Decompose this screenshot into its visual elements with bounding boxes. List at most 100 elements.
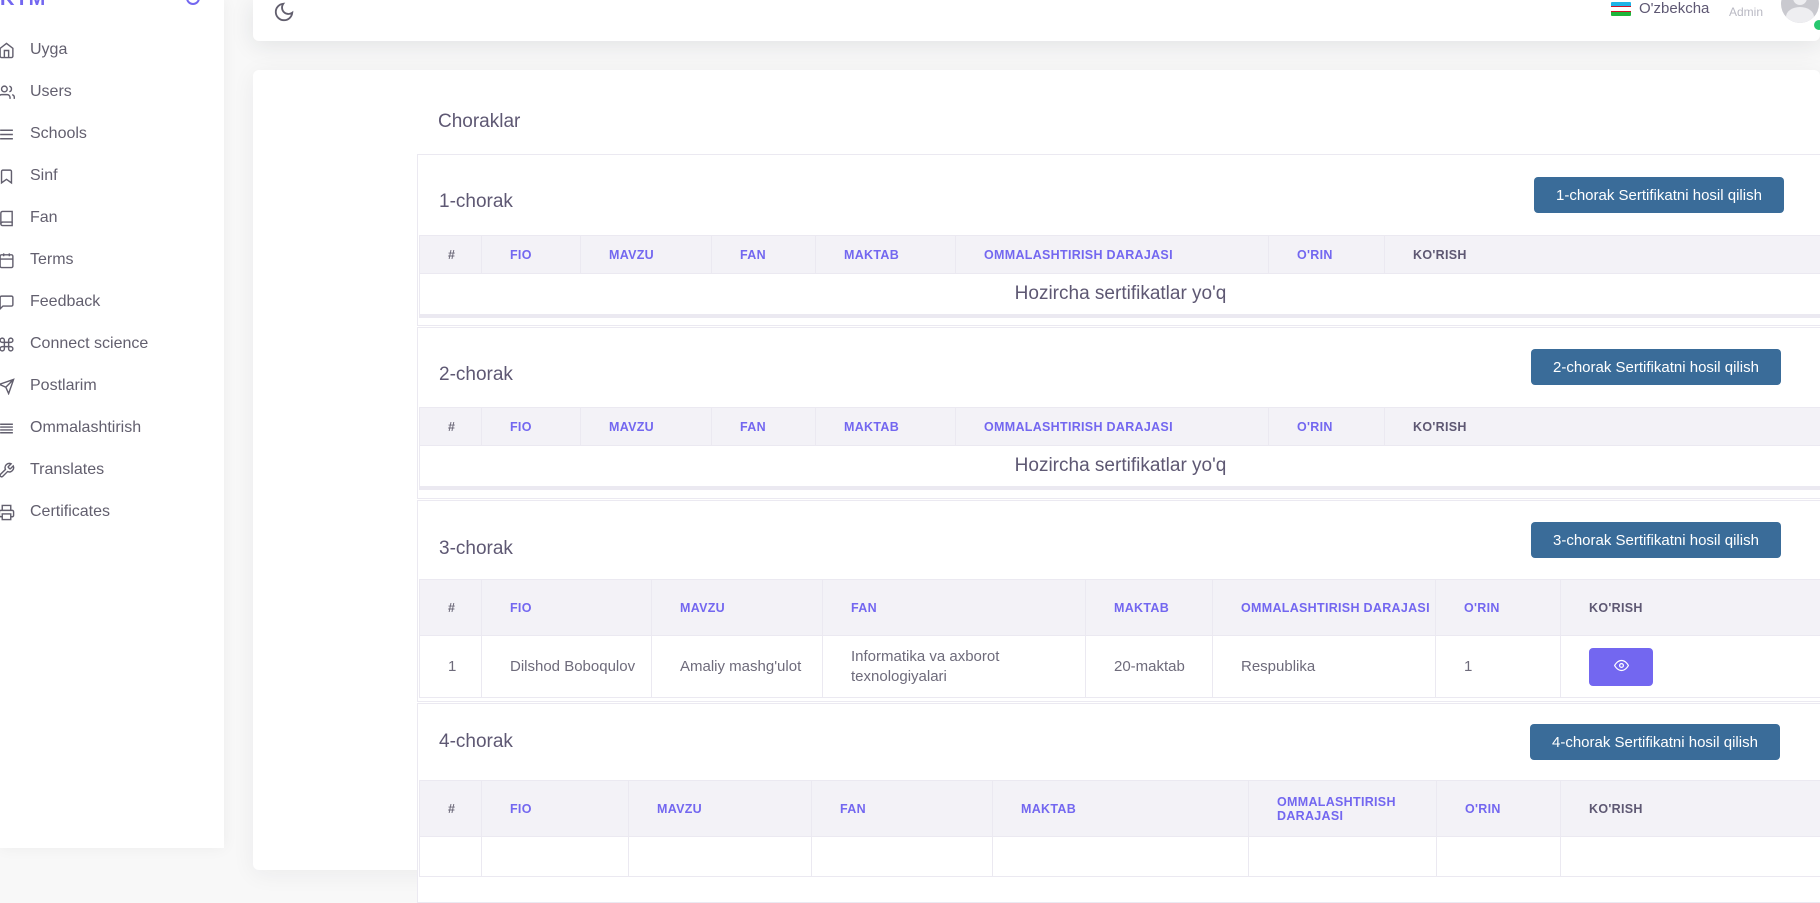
column-header[interactable]: MAKTAB xyxy=(816,408,956,446)
column-header[interactable]: MAKTAB xyxy=(993,781,1249,837)
send-icon xyxy=(0,378,30,395)
column-header[interactable]: OMMALASHTIRISH DARAJASI xyxy=(956,408,1269,446)
sidebar-item-label: Uyga xyxy=(30,41,67,59)
language-dropdown[interactable]: O'zbekcha xyxy=(1611,0,1709,17)
column-header[interactable]: O'RIN xyxy=(1437,781,1561,837)
moon-icon[interactable] xyxy=(273,1,295,23)
quarter-card-3: 3-chorak 3-chorak Sertifikatni hosil qil… xyxy=(417,500,1820,702)
column-header[interactable]: OMMALASHTIRISH DARAJASI xyxy=(1213,580,1436,636)
column-header[interactable]: KO'RISH xyxy=(1561,781,1820,837)
generate-certificate-button[interactable]: 4-chorak Sertifikatni hosil qilish xyxy=(1530,724,1780,760)
generate-certificate-button[interactable]: 2-chorak Sertifikatni hosil qilish xyxy=(1531,349,1781,385)
quarter-card-4: 4-chorak 4-chorak Sertifikatni hosil qil… xyxy=(417,703,1820,903)
sidebar-item-label: Connect science xyxy=(30,335,148,353)
align-justify-icon xyxy=(0,420,30,437)
column-header[interactable]: # xyxy=(420,580,482,636)
column-header[interactable]: MAVZU xyxy=(652,580,823,636)
sidebar-item-label: Feedback xyxy=(30,293,100,311)
list-icon xyxy=(0,126,30,143)
column-header[interactable]: MAVZU xyxy=(581,236,712,274)
sidebar-item-users[interactable]: Users xyxy=(0,71,224,113)
sidebar-item-fan[interactable]: Fan xyxy=(0,197,224,239)
sidebar-item-label: Schools xyxy=(30,125,87,143)
column-header[interactable]: # xyxy=(420,781,482,837)
main-card: Choraklar 1-chorak 1-chorak Sertifikatni… xyxy=(253,70,1820,870)
sidebar-item-label: Certificates xyxy=(30,503,110,521)
column-header[interactable]: MAVZU xyxy=(581,408,712,446)
generate-certificate-button[interactable]: 3-chorak Sertifikatni hosil qilish xyxy=(1531,522,1781,558)
table-row xyxy=(420,837,1820,877)
sidebar-item-translates[interactable]: Translates xyxy=(0,449,224,491)
column-header[interactable]: OMMALASHTIRISH DARAJASI xyxy=(956,236,1269,274)
users-icon xyxy=(0,84,30,101)
column-header[interactable]: O'RIN xyxy=(1436,580,1561,636)
generate-certificate-button[interactable]: 1-chorak Sertifikatni hosil qilish xyxy=(1534,177,1784,213)
column-header[interactable]: # xyxy=(420,236,482,274)
sidebar-nav: Uyga Users Schools Sinf Fan Terms Feedba… xyxy=(0,29,224,533)
sidebar-item-certificates[interactable]: Certificates xyxy=(0,491,224,533)
column-header[interactable]: O'RIN xyxy=(1269,408,1385,446)
sidebar-item-postlarim[interactable]: Postlarim xyxy=(0,365,224,407)
sidebar-toggle-icon[interactable] xyxy=(186,0,200,5)
quarter-title: 1-chorak xyxy=(439,191,513,213)
table-row: 1 Dilshod Boboqulov Amaliy mashg'ulot In… xyxy=(420,636,1820,698)
column-header[interactable]: OMMALASHTIRISH DARAJASI xyxy=(1249,781,1437,837)
certificates-table: # FIO MAVZU FAN MAKTAB OMMALASHTIRISH DA… xyxy=(419,780,1820,877)
column-header[interactable]: FAN xyxy=(812,781,993,837)
column-header[interactable]: O'RIN xyxy=(1269,236,1385,274)
calendar-icon xyxy=(0,252,30,269)
sidebar-item-schools[interactable]: Schools xyxy=(0,113,224,155)
column-header[interactable]: FIO xyxy=(482,408,581,446)
cell-number: 1 xyxy=(420,636,482,698)
sidebar-item-connect-science[interactable]: Connect science xyxy=(0,323,224,365)
column-header[interactable]: FAN xyxy=(712,408,816,446)
sidebar-item-feedback[interactable]: Feedback xyxy=(0,281,224,323)
column-header[interactable]: KO'RISH xyxy=(1561,580,1820,636)
empty-message: Hozircha sertifikatlar yo'q xyxy=(420,274,1820,316)
column-header[interactable]: MAKTAB xyxy=(1086,580,1213,636)
uzbekistan-flag-icon xyxy=(1611,2,1631,16)
online-status-icon xyxy=(1812,18,1820,32)
sidebar-item-uyga[interactable]: Uyga xyxy=(0,29,224,71)
column-header[interactable]: KO'RISH xyxy=(1385,236,1820,274)
quarter-title: 4-chorak xyxy=(439,731,513,753)
certificates-table: # FIO MAVZU FAN MAKTAB OMMALASHTIRISH DA… xyxy=(419,235,1820,318)
printer-icon xyxy=(0,504,30,521)
column-header[interactable]: FAN xyxy=(712,236,816,274)
cell-maktab: 20-maktab xyxy=(1086,636,1213,698)
sidebar-item-terms[interactable]: Terms xyxy=(0,239,224,281)
command-icon xyxy=(0,336,30,353)
cell-orin: 1 xyxy=(1436,636,1561,698)
empty-message: Hozircha sertifikatlar yo'q xyxy=(420,446,1820,488)
column-header[interactable]: KO'RISH xyxy=(1385,408,1820,446)
column-header[interactable]: FIO xyxy=(482,781,629,837)
column-header[interactable]: MAVZU xyxy=(629,781,812,837)
sidebar-item-label: Fan xyxy=(30,209,58,227)
column-header[interactable]: FAN xyxy=(823,580,1086,636)
sidebar-item-label: Translates xyxy=(30,461,104,479)
column-header[interactable]: # xyxy=(420,408,482,446)
column-header[interactable]: FIO xyxy=(482,236,581,274)
column-header[interactable]: MAKTAB xyxy=(816,236,956,274)
user-role: Admin xyxy=(1729,5,1763,19)
page-title: Choraklar xyxy=(438,111,520,133)
sidebar-item-label: Sinf xyxy=(30,167,58,185)
sidebar-item-label: Users xyxy=(30,83,72,101)
sidebar-item-label: Postlarim xyxy=(30,377,97,395)
cell-fio: Dilshod Boboqulov xyxy=(482,636,652,698)
sidebar-item-ommalashtirish[interactable]: Ommalashtirish xyxy=(0,407,224,449)
sidebar-item-sinf[interactable]: Sinf xyxy=(0,155,224,197)
certificates-table: # FIO MAVZU FAN MAKTAB OMMALASHTIRISH DA… xyxy=(419,579,1820,698)
home-icon xyxy=(0,42,30,59)
eye-icon xyxy=(1614,658,1629,676)
view-button[interactable] xyxy=(1589,648,1653,686)
tool-icon xyxy=(0,462,30,479)
column-header[interactable]: FIO xyxy=(482,580,652,636)
book-icon xyxy=(0,210,30,227)
topbar: O'zbekcha Admin xyxy=(253,0,1820,41)
bookmark-icon xyxy=(0,168,30,185)
message-square-icon xyxy=(0,294,30,311)
quarter-card-1: 1-chorak 1-chorak Sertifikatni hosil qil… xyxy=(417,154,1820,326)
cell-mavzu: Amaliy mashg'ulot xyxy=(652,636,823,698)
brand-logo[interactable]: KTM xyxy=(0,0,46,11)
